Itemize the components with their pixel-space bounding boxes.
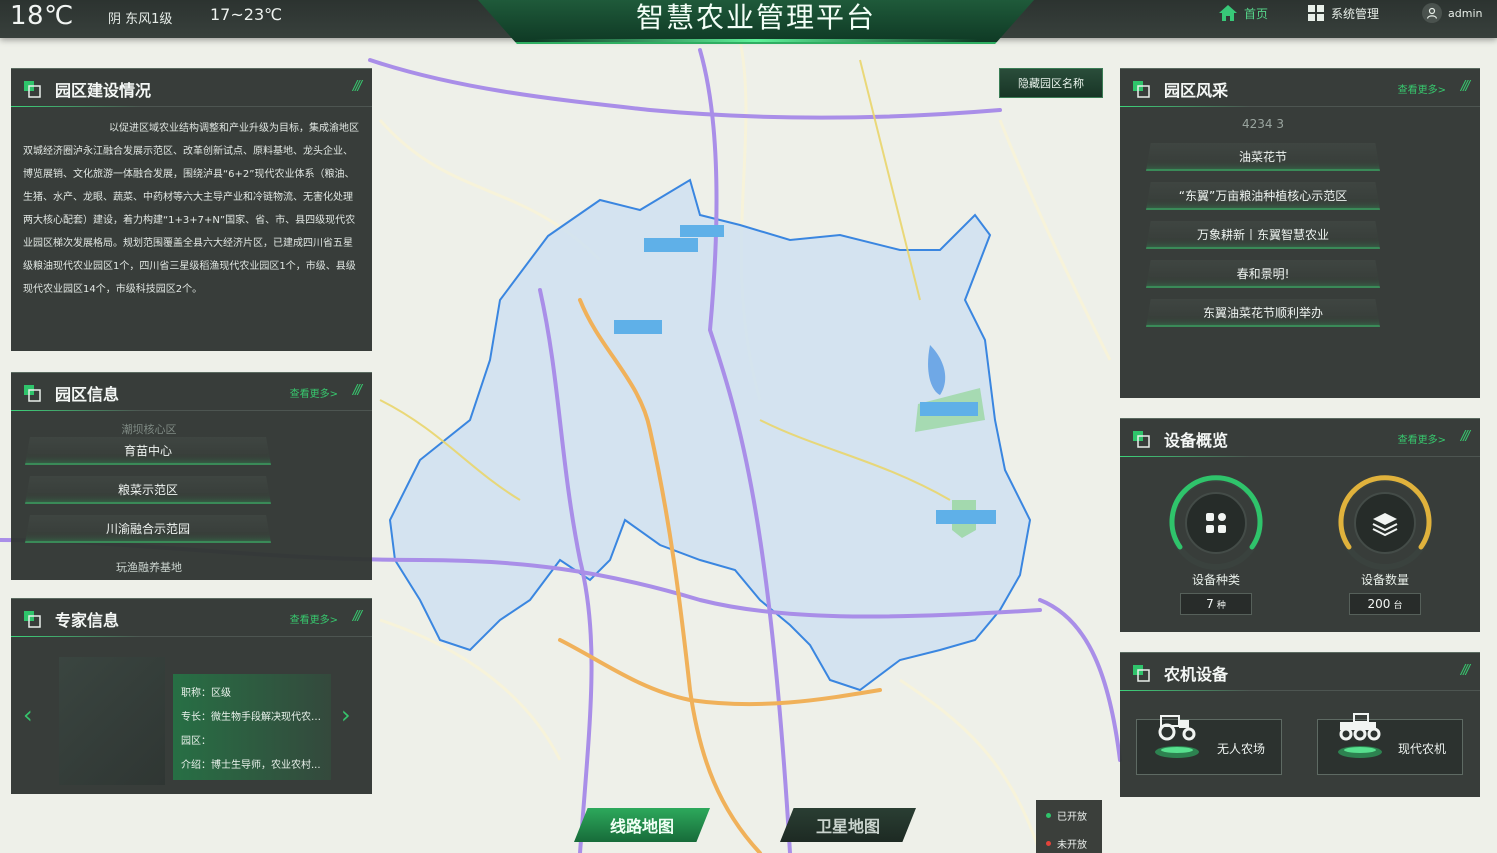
device-type-label: 设备种类 — [1191, 573, 1240, 587]
expert-title: 职称：区级 — [181, 688, 231, 699]
panel-header: 农机设备 /// — [1120, 653, 1480, 691]
panel-header: 专家信息 查看更多> /// — [11, 599, 372, 637]
view-more-link[interactable]: 查看更多> — [1398, 431, 1446, 446]
expert-card: 职称：区级 专长：微生物手段解决现代农业... 园区： 介绍：博士生导师，农业农… — [173, 674, 331, 780]
panel-header: 园区信息 查看更多> /// — [11, 373, 372, 411]
list-item[interactable]: 东翼油菜花节顺利举办 — [1146, 299, 1380, 327]
modern-machine-label: 现代农机 — [1398, 742, 1447, 756]
user-name: admin — [1448, 6, 1483, 20]
panel-title: 专家信息 — [55, 611, 120, 630]
satellite-map-button[interactable]: 卫星地图 — [780, 808, 916, 842]
page-title: 智慧农业管理平台 — [635, 1, 876, 34]
grid-icon — [1308, 5, 1324, 21]
panel-header: 设备概览 查看更多> /// — [1120, 419, 1480, 457]
list-item-faded[interactable]: 4234 3 — [1146, 117, 1380, 131]
panel-header: 园区风采 查看更多> /// — [1120, 69, 1480, 107]
nav-system-label: 系统管理 — [1331, 6, 1380, 21]
panel-title: 农机设备 — [1164, 665, 1229, 684]
list-item[interactable]: 川渝融合示范园 — [25, 515, 271, 543]
panel-cube-icon — [24, 81, 41, 98]
route-map-button[interactable]: 线路地图 — [574, 808, 710, 842]
panel-header: 园区建设情况 /// — [11, 69, 372, 107]
temperature: 18℃ — [10, 1, 74, 31]
expert-specialty: 专长：微生物手段解决现代农业... — [181, 712, 323, 723]
device-count-value: 200 台 — [1349, 593, 1421, 615]
panel-title: 园区信息 — [55, 385, 120, 404]
user-icon — [1422, 3, 1442, 23]
user-menu[interactable]: admin — [1422, 2, 1482, 24]
legend-open: 已开放 — [1046, 808, 1087, 823]
device-type-gauge — [1169, 475, 1263, 570]
park-construction-text: 以促进区域农业结构调整和产业升级为目标，集成渝地区双城经济圈泸永江融合发展示范区… — [23, 123, 359, 295]
home-icon — [1219, 5, 1237, 21]
device-count-label: 设备数量 — [1360, 573, 1409, 587]
view-more-link[interactable]: 查看更多> — [290, 385, 338, 400]
park-info-panel: 园区信息 查看更多> /// 潮坝核心区 育苗中心 粮菜示范区 川渝融合示范园 … — [11, 372, 372, 580]
device-overview-panel: 设备概览 查看更多> /// 设备种类 7种 设备数量 200 台 — [1120, 418, 1480, 632]
panel-cube-icon — [24, 385, 41, 402]
panel-cube-icon — [1133, 81, 1150, 98]
list-item[interactable]: 万象耕新丨东翼智慧农业 — [1146, 221, 1380, 249]
list-item[interactable]: 油菜花节 — [1146, 143, 1380, 171]
list-item-faded[interactable]: 玩渔融养基地 — [23, 559, 275, 575]
unmanned-farm-card[interactable]: 无人农场 — [1136, 715, 1282, 775]
device-type-value: 7种 — [1180, 593, 1252, 615]
list-item[interactable]: 春和景明! — [1146, 260, 1380, 288]
slash-decor: /// — [352, 79, 362, 94]
view-more-link[interactable]: 查看更多> — [1398, 81, 1446, 96]
slash-decor: /// — [1460, 663, 1470, 678]
unmanned-farm-label: 无人农场 — [1217, 742, 1266, 756]
map-legend: 已开放 未开放 — [1036, 800, 1102, 853]
view-more-link[interactable]: 查看更多> — [290, 611, 338, 626]
panel-title: 设备概览 — [1164, 431, 1229, 450]
weather-desc: 阴 东风1级 — [108, 12, 173, 27]
expert-info-panel: 专家信息 查看更多> /// ‹ 职称：区级 专长：微生物手段解决现代农业...… — [11, 598, 372, 794]
slash-decor: /// — [1460, 79, 1470, 94]
legend-closed: 未开放 — [1046, 836, 1087, 851]
open-dot-icon — [1046, 813, 1051, 818]
nav-home[interactable]: 首页 — [1218, 2, 1268, 24]
slash-decor: /// — [352, 609, 362, 624]
nav-home-label: 首页 — [1244, 6, 1269, 21]
slash-decor: /// — [1460, 429, 1470, 444]
panel-title: 园区建设情况 — [55, 81, 152, 100]
slash-decor: /// — [352, 383, 362, 398]
tractor-icon — [1155, 715, 1199, 758]
expert-intro: 介绍：博士生导师，农业农村... — [181, 760, 321, 771]
hide-park-name-button[interactable]: 隐藏园区名称 — [999, 68, 1103, 98]
nav-system-management[interactable]: 系统管理 — [1307, 2, 1379, 24]
list-item[interactable]: 粮菜示范区 — [25, 476, 271, 504]
panel-cube-icon — [1133, 431, 1150, 448]
closed-dot-icon — [1046, 841, 1051, 846]
panel-cube-icon — [1133, 665, 1150, 682]
list-item-faded[interactable]: 潮坝核心区 — [23, 421, 275, 437]
list-item[interactable]: “东翼”万亩粮油种植核心示范区 — [1146, 182, 1380, 210]
expert-park: 园区： — [181, 736, 211, 747]
chevron-left-icon[interactable]: ‹ — [23, 701, 33, 729]
chevron-right-icon[interactable]: › — [341, 701, 351, 729]
temperature-range: 17~23℃ — [210, 5, 283, 24]
expert-photo — [59, 657, 165, 785]
modern-machine-card[interactable]: 现代农机 — [1317, 713, 1463, 775]
list-item[interactable]: 育苗中心 — [25, 437, 271, 465]
park-construction-panel: 园区建设情况 /// 以促进区域农业结构调整和产业升级为目标，集成渝地区双城经济… — [11, 68, 372, 351]
panel-title: 园区风采 — [1164, 81, 1229, 100]
farm-machine-panel: 农机设备 /// 无人农场 现代农机 — [1120, 652, 1480, 797]
device-count-gauge — [1338, 475, 1432, 570]
harvester-icon — [1338, 713, 1382, 758]
park-style-panel: 园区风采 查看更多> /// 4234 3 油菜花节 “东翼”万亩粮油种植核心示… — [1120, 68, 1480, 398]
panel-cube-icon — [24, 611, 41, 628]
